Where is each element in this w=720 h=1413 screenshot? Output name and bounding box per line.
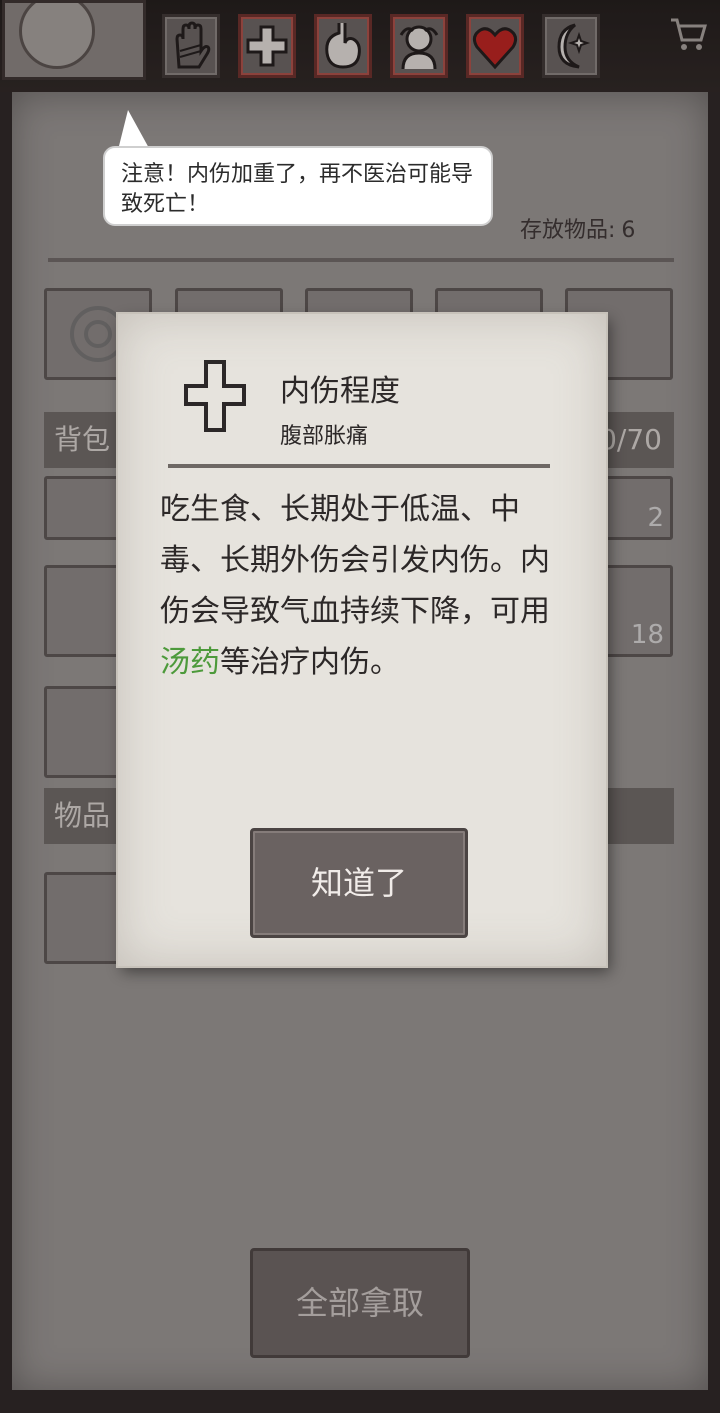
highlight-remedy: 汤药 [160, 645, 220, 680]
body-text-end: 等治疗内伤。 [220, 645, 400, 680]
dialog-divider [168, 464, 550, 468]
info-dialog: 内伤程度 腹部胀痛 吃生食、长期处于低温、中毒、长期外伤会引发内伤。内伤会导致气… [118, 314, 606, 966]
dialog-subtitle: 腹部胀痛 [280, 424, 369, 449]
dialog-title: 内伤程度 [280, 374, 400, 409]
warning-text: 注意！内伤加重了，再不医治可能导致死亡！ [121, 162, 474, 217]
warning-bubble: 注意！内伤加重了，再不医治可能导致死亡！ [103, 146, 493, 226]
body-text: 吃生食、长期处于低温、中毒、长期外伤会引发内伤。内伤会导致气血持续下降，可用 [160, 492, 550, 629]
dialog-body: 吃生食、长期处于低温、中毒、长期外伤会引发内伤。内伤会导致气血持续下降，可用汤药… [160, 484, 570, 688]
bubble-tail [118, 110, 150, 150]
confirm-button[interactable]: 知道了 [250, 828, 468, 938]
medical-cross-icon [184, 360, 246, 432]
